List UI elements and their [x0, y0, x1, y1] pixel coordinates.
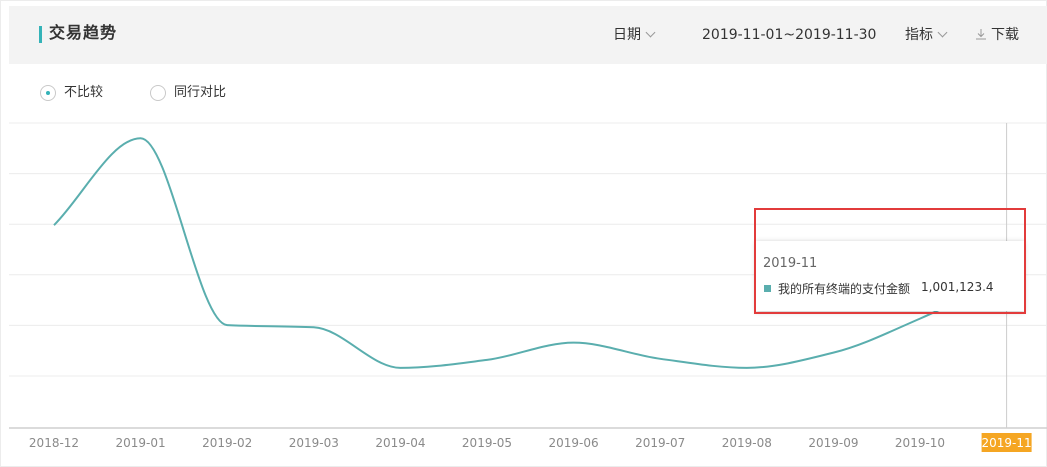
x-tick-label: 2019-09 — [808, 436, 858, 450]
trade-trend-panel: 交易趋势 日期 2019-11-01~2019-11-30 指标 下载 不比较 … — [0, 0, 1047, 467]
x-tick-label: 2018-12 — [29, 436, 79, 450]
x-tick-label: 2019-07 — [635, 436, 685, 450]
tooltip-series-label: 我的所有终端的支付金额 — [778, 282, 911, 296]
x-tick-label: 2019-10 — [895, 436, 945, 450]
x-tick-label: 2019-01 — [116, 436, 166, 450]
tooltip-series-swatch — [764, 285, 771, 292]
x-tick-label: 2019-04 — [375, 436, 425, 450]
x-tick-label: 2019-11 — [982, 436, 1032, 450]
x-axis: 2018-12 2019-01 2019-02 2019-03 2019-04 2019-… — [9, 427, 1047, 452]
x-tick-label: 2019-05 — [462, 436, 512, 450]
x-tick-label: 2019-03 — [289, 436, 339, 450]
tooltip-value: 1,001,123.4 — [921, 280, 994, 294]
trend-chart: 2018-12 2019-01 2019-02 2019-03 2019-04 2019-… — [9, 122, 1047, 452]
x-tick-label: 2019-08 — [722, 436, 772, 450]
chart-tooltip: 2019-11 我的所有终端的支付金额 1,001,123.4 — [756, 241, 1024, 311]
x-tick-label: 2019-02 — [202, 436, 252, 450]
tooltip-date: 2019-11 — [763, 256, 818, 271]
x-tick-label: 2019-06 — [549, 436, 599, 450]
